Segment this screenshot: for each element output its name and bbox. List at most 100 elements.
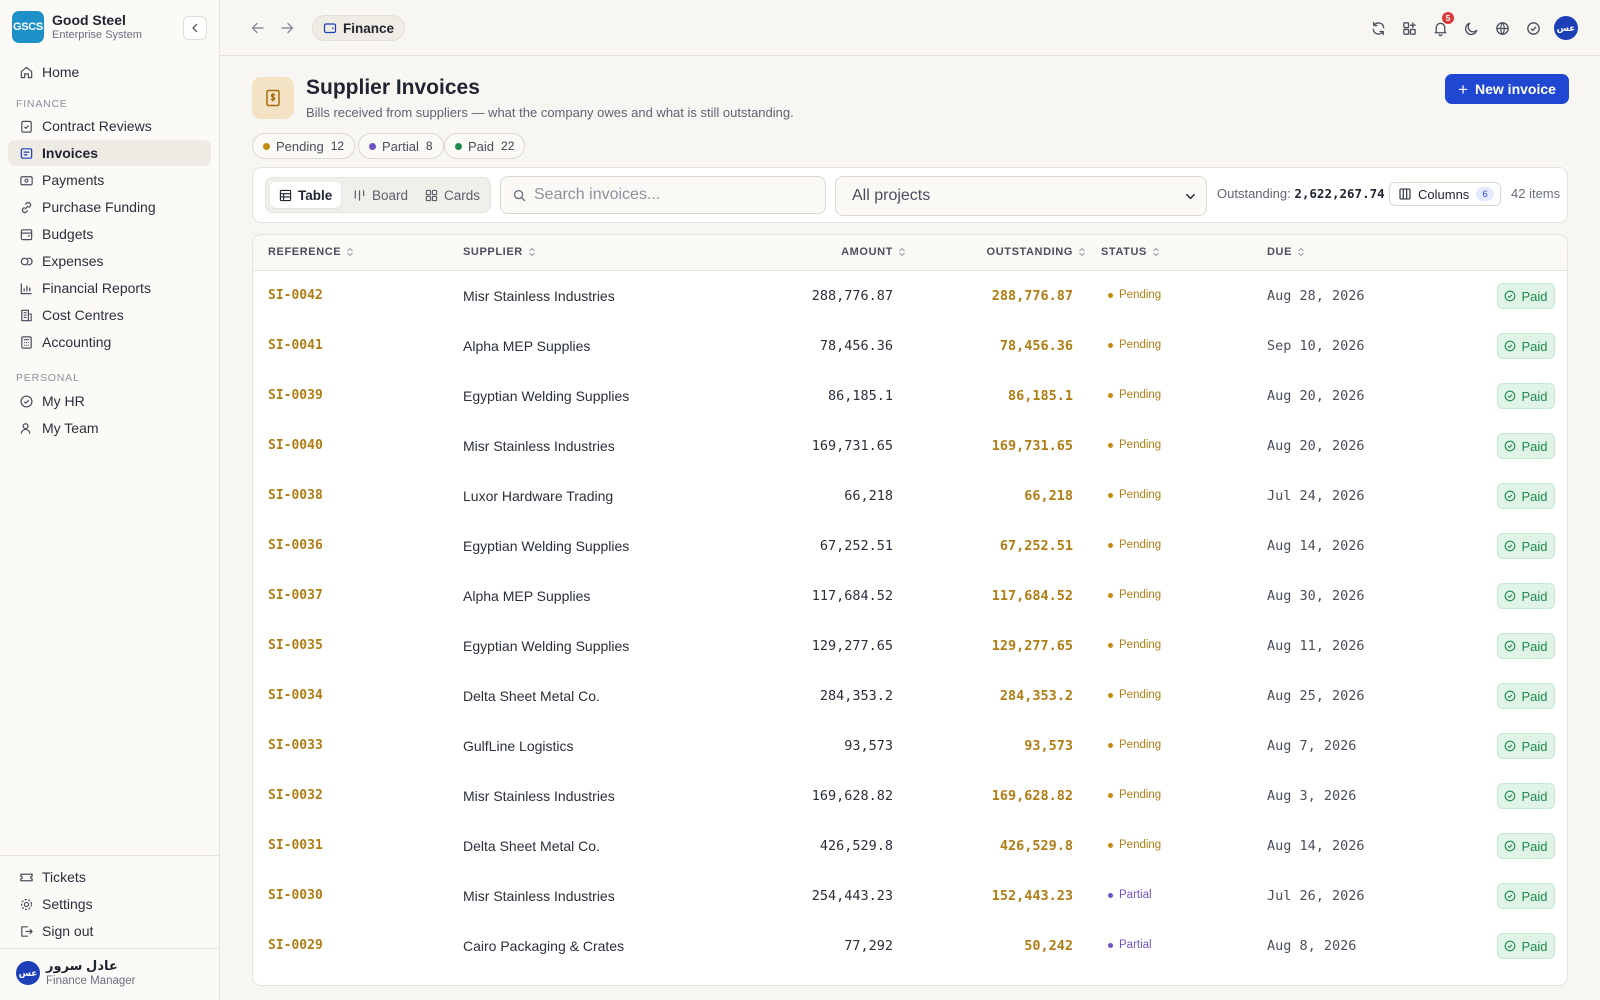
- mark-paid-button[interactable]: Paid: [1497, 783, 1555, 809]
- table-row[interactable]: SI-0042 Misr Stainless Industries 288,776.…: [253, 271, 1567, 321]
- table-row[interactable]: SI-0031 Delta Sheet Metal Co. 426,529.8 426…: [253, 821, 1567, 871]
- view-tab-label: Table: [298, 187, 333, 203]
- sidebar-item-tickets[interactable]: Tickets: [8, 864, 211, 890]
- notifications-button[interactable]: 5: [1428, 12, 1454, 40]
- invoice-reference-link[interactable]: SI-0034: [268, 688, 323, 703]
- invoice-reference-link[interactable]: SI-0041: [268, 338, 323, 353]
- check-circle-icon: [1526, 21, 1540, 35]
- mark-paid-button[interactable]: Paid: [1497, 733, 1555, 759]
- column-header-due[interactable]: DUE: [1267, 246, 1305, 258]
- invoice-reference-link[interactable]: SI-0030: [268, 888, 323, 903]
- invoice-reference-link[interactable]: SI-0038: [268, 488, 323, 503]
- apps-button[interactable]: [1397, 16, 1421, 40]
- column-header-supplier[interactable]: SUPPLIER: [463, 246, 536, 258]
- breadcrumb[interactable]: Finance: [312, 15, 406, 41]
- back-arrow-icon[interactable]: [249, 19, 267, 37]
- brand[interactable]: GSCS Good Steel Enterprise System: [12, 11, 142, 43]
- mark-paid-button[interactable]: Paid: [1497, 933, 1555, 959]
- invoice-reference-link[interactable]: SI-0033: [268, 738, 323, 753]
- sidebar-item-purchase-funding[interactable]: Purchase Funding: [8, 194, 211, 220]
- mark-paid-button[interactable]: Paid: [1497, 383, 1555, 409]
- table-row[interactable]: SI-0038 Luxor Hardware Trading 66,218 66,21…: [253, 471, 1567, 521]
- refresh-button[interactable]: [1366, 16, 1390, 40]
- column-header-status[interactable]: STATUS: [1101, 246, 1160, 258]
- amount-value: 169,628.82: [811, 788, 893, 804]
- mark-paid-button[interactable]: Paid: [1497, 583, 1555, 609]
- invoice-reference-link[interactable]: SI-0037: [268, 588, 323, 603]
- filter-chip-pending[interactable]: Pending 12: [252, 133, 356, 159]
- table-row[interactable]: SI-0039 Egyptian Welding Supplies 86,185.1…: [253, 371, 1567, 421]
- table-row[interactable]: SI-0030 Misr Stainless Industries 254,443.…: [253, 871, 1567, 921]
- sidebar-item-home[interactable]: Home: [8, 59, 211, 85]
- columns-button[interactable]: Columns 6: [1389, 182, 1501, 206]
- invoice-reference-link[interactable]: SI-0035: [268, 638, 323, 653]
- forward-arrow-icon[interactable]: [278, 19, 296, 37]
- column-header-reference[interactable]: REFERENCE: [268, 246, 354, 258]
- collapse-sidebar-button[interactable]: [183, 16, 207, 40]
- table-row[interactable]: SI-0032 Misr Stainless Industries 169,628.…: [253, 771, 1567, 821]
- mark-paid-button[interactable]: Paid: [1497, 433, 1555, 459]
- sidebar-item-contract-reviews[interactable]: Contract Reviews: [8, 113, 211, 139]
- table-row[interactable]: SI-0040 Misr Stainless Industries 169,731.…: [253, 421, 1567, 471]
- table-row[interactable]: SI-0035 Egyptian Welding Supplies 129,277.…: [253, 621, 1567, 671]
- table-row[interactable]: SI-0037 Alpha MEP Supplies 117,684.52 117,6…: [253, 571, 1567, 621]
- file-invoice-icon: [20, 147, 33, 159]
- invoice-reference-link[interactable]: SI-0039: [268, 388, 323, 403]
- view-tab-board[interactable]: Board: [344, 182, 417, 208]
- new-invoice-button[interactable]: + New invoice: [1445, 74, 1569, 104]
- mark-paid-button[interactable]: Paid: [1497, 633, 1555, 659]
- sidebar-item-accounting[interactable]: Accounting: [8, 329, 211, 355]
- sidebar-item-financial-reports[interactable]: Financial Reports: [8, 275, 211, 301]
- filter-chip-paid[interactable]: Paid 22: [444, 133, 526, 159]
- outstanding-value: 129,277.65: [991, 638, 1073, 654]
- current-user[interactable]: عس عادل سرور Finance Manager: [16, 958, 136, 988]
- sidebar-item-my-hr[interactable]: My HR: [8, 388, 211, 414]
- mark-paid-button[interactable]: Paid: [1497, 833, 1555, 859]
- column-header-amount[interactable]: AMOUNT: [841, 246, 906, 258]
- mark-paid-button[interactable]: Paid: [1497, 333, 1555, 359]
- view-tab-cards[interactable]: Cards: [416, 182, 489, 208]
- mark-paid-button[interactable]: Paid: [1497, 683, 1555, 709]
- status-label: Partial: [1119, 889, 1152, 901]
- sidebar-item-expenses[interactable]: Expenses: [8, 248, 211, 274]
- invoice-reference-link[interactable]: SI-0029: [268, 938, 323, 953]
- search-field[interactable]: [500, 176, 826, 214]
- status-badge: Pending: [1108, 739, 1161, 751]
- table-row[interactable]: SI-0036 Egyptian Welding Supplies 67,252.5…: [253, 521, 1567, 571]
- status-badge: Pending: [1108, 489, 1161, 501]
- invoice-reference-link[interactable]: SI-0040: [268, 438, 323, 453]
- sidebar-item-sign-out[interactable]: Sign out: [8, 918, 211, 944]
- table-row[interactable]: SI-0034 Delta Sheet Metal Co. 284,353.2 284…: [253, 671, 1567, 721]
- mark-paid-button[interactable]: Paid: [1497, 483, 1555, 509]
- column-header-outstanding[interactable]: OUTSTANDING: [987, 246, 1086, 258]
- sidebar-item-settings[interactable]: Settings: [8, 891, 211, 917]
- mark-paid-button[interactable]: Paid: [1497, 533, 1555, 559]
- mark-paid-label: Paid: [1521, 738, 1548, 754]
- filter-chip-partial[interactable]: Partial 8: [358, 133, 444, 159]
- invoice-reference-link[interactable]: SI-0042: [268, 288, 323, 303]
- theme-toggle-button[interactable]: [1459, 16, 1483, 40]
- language-button[interactable]: [1490, 16, 1514, 40]
- mark-paid-button[interactable]: Paid: [1497, 883, 1555, 909]
- status-badge: Pending: [1108, 689, 1161, 701]
- invoice-reference-link[interactable]: SI-0031: [268, 838, 323, 853]
- status-button[interactable]: [1521, 16, 1545, 40]
- check-circle-icon: [1505, 740, 1516, 752]
- sidebar-item-budgets[interactable]: Budgets: [8, 221, 211, 247]
- sidebar-item-my-team[interactable]: My Team: [8, 415, 211, 441]
- table-row[interactable]: SI-0029 Cairo Packaging & Crates 77,292 50,…: [253, 921, 1567, 971]
- table-row[interactable]: SI-0041 Alpha MEP Supplies 78,456.36 78,456…: [253, 321, 1567, 371]
- mark-paid-button[interactable]: Paid: [1497, 283, 1555, 309]
- sidebar-item-payments[interactable]: Payments: [8, 167, 211, 193]
- check-circle-icon: [1505, 640, 1516, 652]
- sidebar-item-invoices[interactable]: Invoices: [8, 140, 211, 166]
- sidebar-item-cost-centres[interactable]: Cost Centres: [8, 302, 211, 328]
- search-input[interactable]: [534, 186, 804, 204]
- sidebar-item-label: Settings: [42, 896, 93, 912]
- table-row[interactable]: SI-0033 GulfLine Logistics 93,573 93,573 Pen…: [253, 721, 1567, 771]
- user-avatar-button[interactable]: عس: [1554, 16, 1578, 40]
- project-select[interactable]: All projects: [835, 176, 1207, 216]
- invoice-reference-link[interactable]: SI-0036: [268, 538, 323, 553]
- invoice-reference-link[interactable]: SI-0032: [268, 788, 323, 803]
- view-tab-table[interactable]: Table: [270, 182, 342, 208]
